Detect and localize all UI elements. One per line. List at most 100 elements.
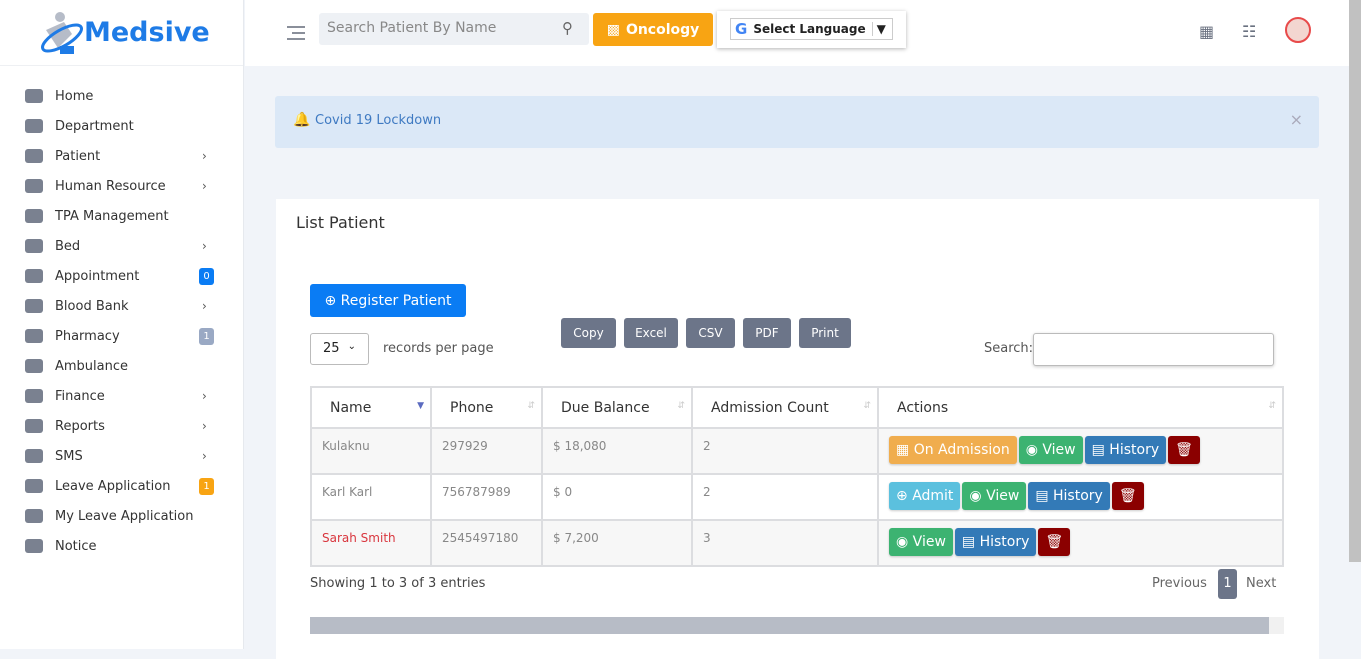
menu-toggle-icon[interactable]: [287, 22, 305, 44]
sidebar-item-label: Blood Bank: [55, 298, 129, 314]
patient-search-input[interactable]: Search Patient By Name ⚲: [319, 13, 589, 45]
register-patient-button[interactable]: ⊕ Register Patient: [310, 284, 466, 317]
vertical-scrollbar[interactable]: [1349, 0, 1361, 562]
delete-button[interactable]: 🗑: [1038, 528, 1071, 556]
csv-button[interactable]: CSV: [686, 318, 735, 348]
department-label: Oncology: [625, 21, 700, 38]
history-button[interactable]: ▤ History: [1028, 482, 1110, 510]
table-icon: ▦: [896, 442, 914, 458]
trash-icon: 🗑: [1118, 488, 1137, 504]
column-header-due-balance[interactable]: Due Balance ⇵: [541, 386, 693, 429]
count-badge: 1: [199, 477, 214, 495]
cell-due: $ 7,200: [541, 519, 693, 567]
nav-icon: [25, 299, 43, 313]
nav-icon: [25, 479, 43, 493]
excel-button[interactable]: Excel: [624, 318, 678, 348]
sidebar-item-blood-bank[interactable]: Blood Bank ›: [0, 291, 243, 321]
delete-button[interactable]: 🗑: [1111, 482, 1144, 510]
sidebar-item-department[interactable]: Department: [0, 111, 243, 141]
sidebar-item-sms[interactable]: SMS ›: [0, 441, 243, 471]
delete-button[interactable]: 🗑: [1168, 436, 1200, 464]
sidebar-item-label: Human Resource: [55, 178, 166, 194]
cell-name: Sarah Smith: [310, 519, 432, 567]
department-button[interactable]: ▩ Oncology: [593, 13, 713, 46]
copy-button[interactable]: Copy: [561, 318, 616, 348]
history-button[interactable]: ▤ History: [954, 528, 1037, 556]
eye-icon: ◉: [896, 534, 913, 550]
settings-sliders-icon[interactable]: ☷: [1242, 22, 1256, 41]
next-page-button[interactable]: Next: [1246, 576, 1276, 591]
chevron-right-icon: ›: [202, 179, 207, 193]
eye-icon: ◉: [969, 488, 987, 504]
table-row: Sarah Smith 2545497180 $ 7,200 3 ◉ View ▤ His…: [310, 519, 1284, 567]
cell-phone: 2545497180: [430, 519, 543, 567]
sidebar-item-finance[interactable]: Finance ›: [0, 381, 243, 411]
column-header-actions[interactable]: Actions ⇵: [877, 386, 1284, 429]
logo[interactable]: Medsive: [0, 0, 243, 66]
admit-button[interactable]: ⊕ Admit: [889, 482, 961, 510]
cell-due: $ 18,080: [541, 427, 693, 475]
sidebar-item-human-resource[interactable]: Human Resource ›: [0, 171, 243, 201]
print-button[interactable]: Print: [799, 318, 851, 348]
chevron-right-icon: ›: [202, 389, 207, 403]
page-size-select[interactable]: 25 ⌄: [310, 333, 369, 365]
history-button[interactable]: ▤ History: [1084, 436, 1167, 464]
cell-actions: ⊕ Admit ◉ View ▤ History 🗑: [877, 473, 1284, 521]
file-icon: ▤: [1035, 488, 1054, 504]
table-search-input[interactable]: [1033, 333, 1274, 366]
sidebar-item-patient[interactable]: Patient ›: [0, 141, 243, 171]
trash-icon: 🗑: [1045, 534, 1064, 550]
search-icon[interactable]: ⚲: [562, 19, 573, 37]
sidebar-item-tpa-management[interactable]: TPA Management: [0, 201, 243, 231]
topbar: Search Patient By Name ⚲ ▩ Oncology G Selec…: [245, 0, 1361, 66]
nav-icon: [25, 149, 43, 163]
sidebar-item-reports[interactable]: Reports ›: [0, 411, 243, 441]
sidebar-item-home[interactable]: Home: [0, 81, 243, 111]
sidebar-item-notice[interactable]: Notice: [0, 531, 243, 561]
sidebar-item-ambulance[interactable]: Ambulance: [0, 351, 243, 381]
sidebar-item-appointment[interactable]: Appointment 0: [0, 261, 243, 291]
sidebar-item-label: Pharmacy: [55, 328, 120, 344]
chevron-down-icon: ⌄: [347, 341, 356, 352]
file-icon: ▤: [1091, 442, 1110, 458]
column-header-name[interactable]: Name ▼: [310, 386, 432, 429]
page-title: List Patient: [296, 213, 385, 232]
previous-page-button[interactable]: Previous: [1152, 576, 1207, 591]
page-1-button[interactable]: 1: [1218, 569, 1237, 599]
close-icon[interactable]: ×: [1290, 110, 1303, 129]
chevron-right-icon: ›: [202, 419, 207, 433]
count-badge: 1: [199, 327, 214, 345]
sidebar-item-label: Home: [55, 88, 94, 104]
plus-circle-icon: ⊕: [896, 488, 913, 504]
sidebar: Medsive Home Department Patient › Human Reso…: [0, 0, 244, 649]
nav-icon: [25, 209, 43, 223]
pdf-button[interactable]: PDF: [743, 318, 791, 348]
column-header-phone[interactable]: Phone ⇵: [430, 386, 543, 429]
on-admission-button[interactable]: ▦ On Admission: [889, 436, 1017, 464]
sidebar-item-leave-application[interactable]: Leave Application 1: [0, 471, 243, 501]
sidebar-item-bed[interactable]: Bed ›: [0, 231, 243, 261]
cell-phone: 756787989: [430, 473, 543, 521]
column-header-admission-count[interactable]: Admission Count ⇵: [691, 386, 879, 429]
view-button[interactable]: ◉ View: [889, 528, 953, 556]
language-selector[interactable]: G Select Language ▼: [717, 11, 906, 48]
table-info: Showing 1 to 3 of 3 entries: [310, 576, 486, 591]
avatar[interactable]: [1285, 17, 1311, 43]
nav-icon: [25, 359, 43, 373]
sidebar-item-my-leave-application[interactable]: My Leave Application: [0, 501, 243, 531]
horizontal-scrollbar[interactable]: [310, 617, 1284, 634]
sidebar-item-label: Appointment: [55, 268, 140, 284]
language-label: Select Language: [753, 22, 866, 36]
sidebar-item-pharmacy[interactable]: Pharmacy 1: [0, 321, 243, 351]
nav-icon: [25, 329, 43, 343]
view-button[interactable]: ◉ View: [1018, 436, 1083, 464]
chevron-right-icon: ›: [202, 299, 207, 313]
trash-icon: 🗑: [1175, 442, 1193, 458]
table-icon[interactable]: ▦: [1199, 22, 1214, 41]
file-icon: ▤: [961, 534, 980, 550]
nav-icon: [25, 449, 43, 463]
patient-list-card: List Patient ⊕ Register Patient 25 ⌄ reco…: [276, 199, 1319, 659]
view-button[interactable]: ◉ View: [962, 482, 1027, 510]
nav-icon: [25, 89, 43, 103]
cell-count: 2: [691, 427, 879, 475]
